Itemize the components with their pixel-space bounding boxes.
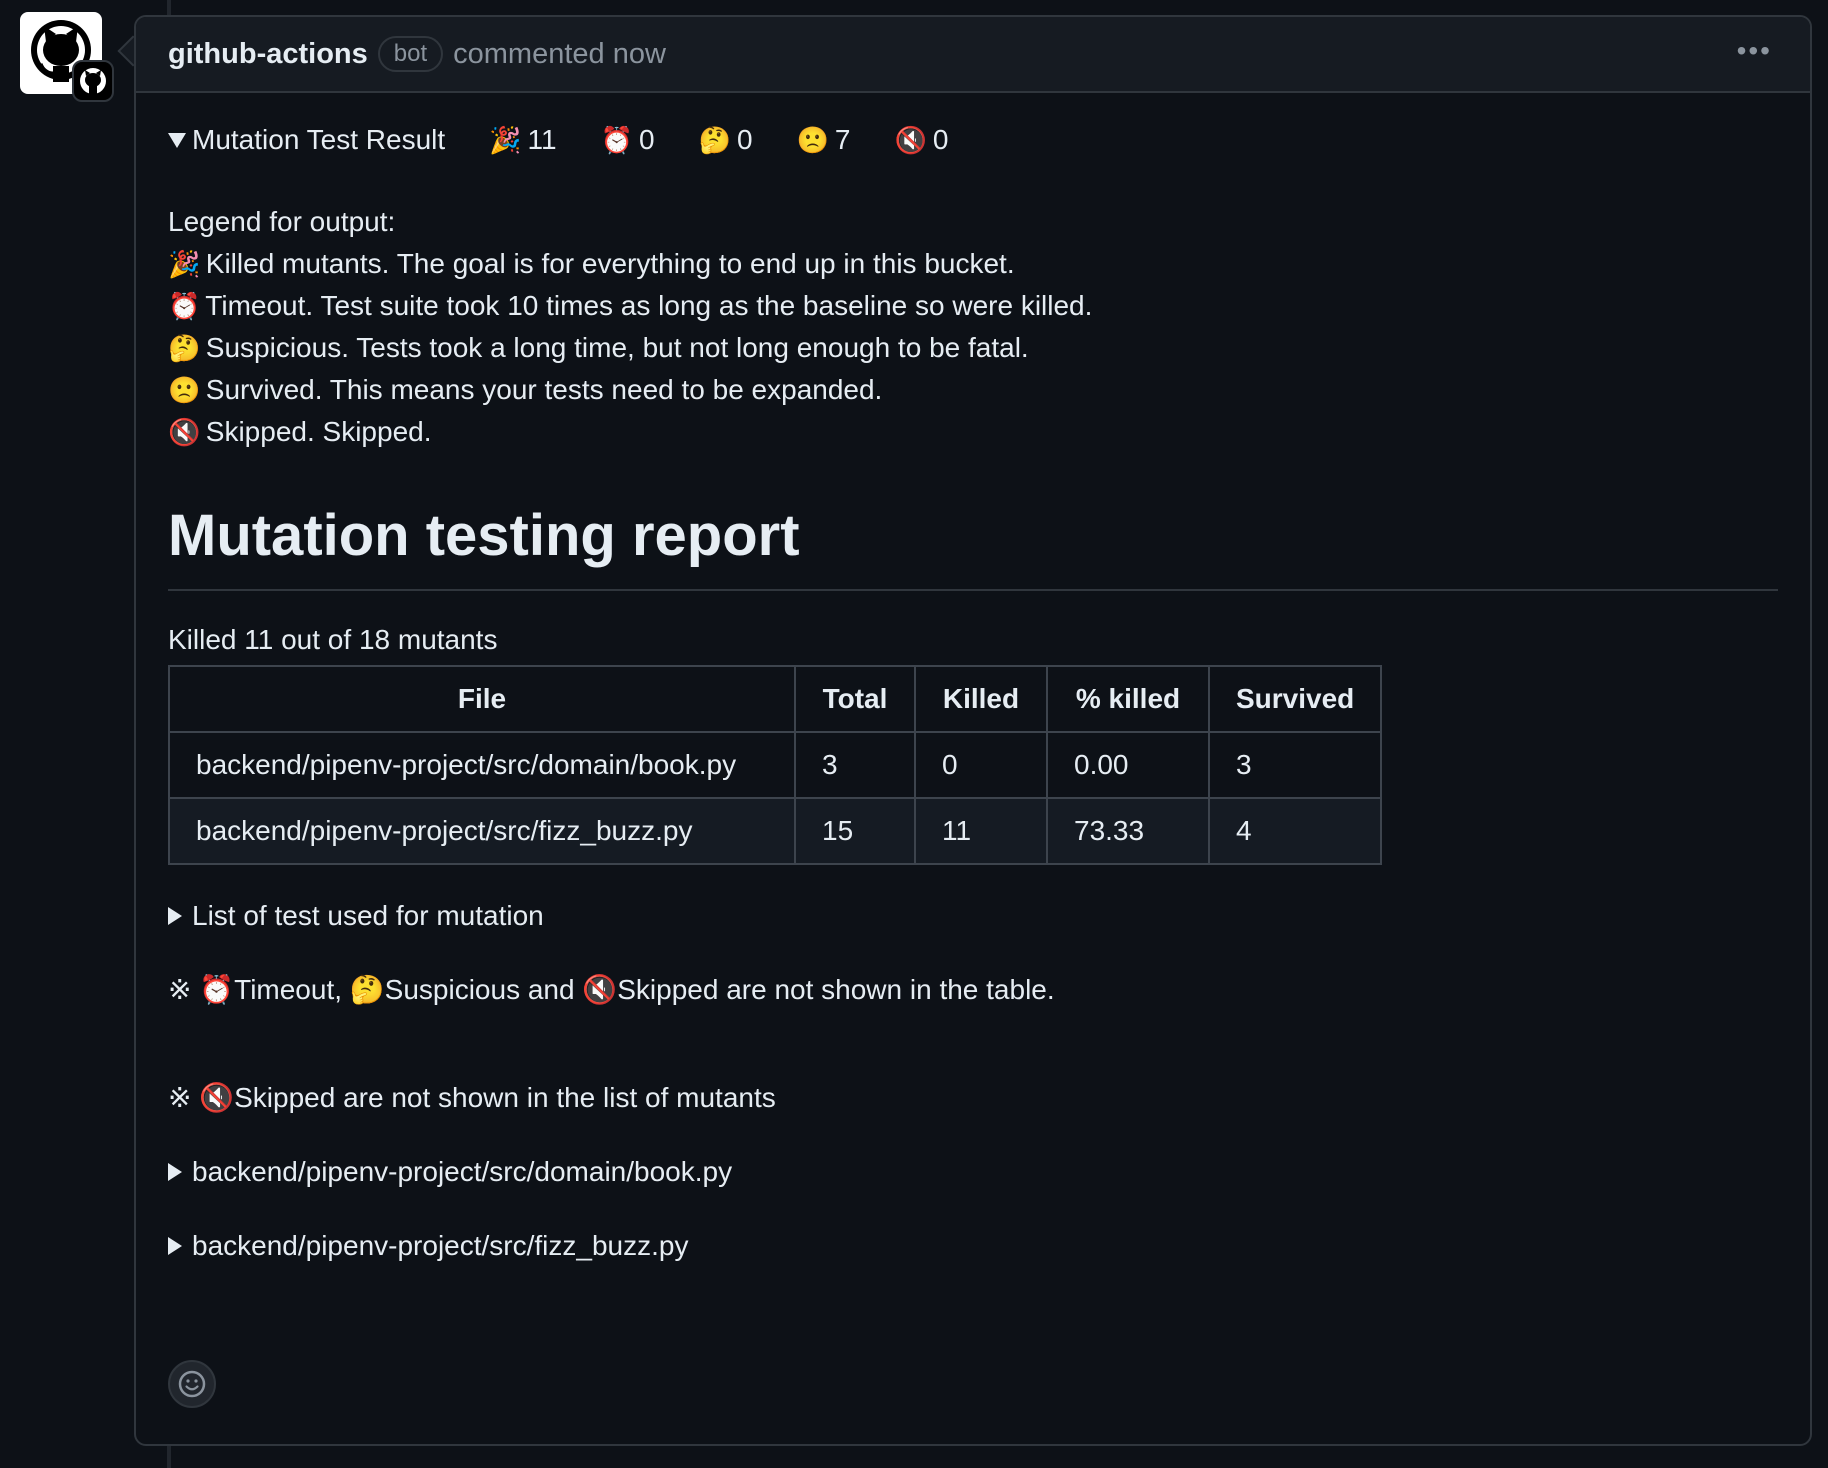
- party-popper-icon: 🎉: [168, 249, 201, 279]
- stat-skipped: 🔇 0: [894, 119, 948, 161]
- details-label: List of test used for mutation: [192, 900, 544, 931]
- reference-mark-icon: ※: [168, 1082, 192, 1113]
- muted-speaker-icon: 🔇: [582, 974, 618, 1005]
- app-badge: [72, 60, 114, 102]
- details-label: backend/pipenv-project/src/fizz_buzz.py: [192, 1230, 689, 1261]
- details-test-list[interactable]: List of test used for mutation: [168, 895, 1778, 937]
- cell-survived: 3: [1207, 731, 1383, 799]
- confused-face-icon: 🙁: [168, 375, 201, 405]
- column-header-survived: Survived: [1207, 665, 1383, 733]
- comment-timestamp[interactable]: commented now: [453, 38, 666, 71]
- legend-item: 🤔 Suspicious. Tests took a long time, bu…: [168, 327, 1778, 369]
- thinking-face-icon: 🤔: [168, 333, 201, 363]
- muted-speaker-icon: 🔇: [894, 125, 927, 155]
- report-table: File Total Killed % killed Survived back…: [168, 665, 1383, 865]
- legend-item: 🔇 Skipped. Skipped.: [168, 411, 1778, 453]
- cell-killed: 11: [914, 797, 1048, 865]
- legend-text: Killed mutants. The goal is for everythi…: [205, 248, 1015, 279]
- cell-total: 3: [794, 731, 916, 799]
- thinking-face-icon: 🤔: [698, 125, 731, 155]
- note-table: ※ ⏰Timeout, 🤔Suspicious and 🔇Skipped are…: [168, 969, 1778, 1011]
- details-mutant-file[interactable]: backend/pipenv-project/src/fizz_buzz.py: [168, 1225, 1778, 1267]
- muted-speaker-icon: 🔇: [168, 417, 201, 447]
- details-label: backend/pipenv-project/src/domain/book.p…: [192, 1156, 733, 1187]
- triangle-down-icon: [168, 132, 186, 148]
- reference-mark-icon: ※: [168, 974, 192, 1005]
- report-title: Mutation testing report: [168, 497, 1778, 591]
- cell-file: backend/pipenv-project/src/domain/book.p…: [168, 731, 796, 799]
- stat-value: 11: [527, 124, 557, 155]
- alarm-clock-icon: ⏰: [168, 291, 201, 321]
- note-text: Timeout,: [234, 974, 350, 1005]
- party-popper-icon: 🎉: [489, 125, 522, 155]
- mutation-result-summary[interactable]: Mutation Test Result 🎉 11 ⏰ 0 🤔 0 🙁 7 🔇 …: [168, 119, 1778, 161]
- note-text: Skipped are not shown in the table.: [617, 974, 1055, 1005]
- note-mutant-list: ※ 🔇Skipped are not shown in the list of …: [168, 1077, 1778, 1119]
- note-text: Suspicious and: [384, 974, 583, 1005]
- legend-heading: Legend for output:: [168, 206, 396, 237]
- killed-summary: Killed 11 out of 18 mutants: [168, 624, 498, 655]
- stat-survived: 🙁 7: [797, 119, 851, 161]
- cell-killed: 0: [914, 731, 1048, 799]
- triangle-right-icon: [168, 907, 182, 925]
- column-header-file: File: [168, 665, 796, 733]
- stat-value: 0: [932, 124, 949, 155]
- bot-badge: bot: [377, 36, 444, 72]
- legend-text: Timeout. Test suite took 10 times as lon…: [205, 290, 1093, 321]
- alarm-clock-icon: ⏰: [600, 125, 633, 155]
- legend: Legend for output: 🎉 Killed mutants. The…: [168, 201, 1778, 453]
- confused-face-icon: 🙁: [796, 125, 829, 155]
- triangle-right-icon: [168, 1163, 182, 1181]
- column-header-percent-killed: % killed: [1046, 665, 1210, 733]
- column-header-killed: Killed: [914, 665, 1048, 733]
- author-link[interactable]: github-actions: [168, 38, 368, 71]
- cell-survived: 4: [1207, 797, 1383, 865]
- muted-speaker-icon: 🔇: [199, 1082, 235, 1113]
- comment-box: github-actions bot commented now ••• Mut…: [134, 15, 1812, 1446]
- github-mark-icon: [80, 68, 106, 94]
- thinking-face-icon: 🤔: [349, 974, 385, 1005]
- note-text: Skipped are not shown in the list of mut…: [234, 1082, 776, 1113]
- add-reaction-button[interactable]: [168, 1360, 216, 1408]
- legend-item: 🎉 Killed mutants. The goal is for everyt…: [168, 243, 1778, 285]
- stat-value: 7: [834, 124, 851, 155]
- legend-text: Skipped. Skipped.: [205, 416, 432, 447]
- stat-killed: 🎉 11: [489, 119, 556, 161]
- comment-header: github-actions bot commented now •••: [136, 17, 1810, 93]
- kebab-horizontal-icon[interactable]: •••: [1737, 37, 1772, 65]
- cell-total: 15: [794, 797, 916, 865]
- stat-value: 0: [736, 124, 753, 155]
- legend-text: Survived. This means your tests need to …: [205, 374, 883, 405]
- table-header-row: File Total Killed % killed Survived: [168, 665, 1383, 733]
- legend-item: ⏰ Timeout. Test suite took 10 times as l…: [168, 285, 1778, 327]
- column-header-total: Total: [794, 665, 916, 733]
- summary-title: Mutation Test Result: [192, 124, 446, 155]
- stat-suspicious: 🤔 0: [699, 119, 753, 161]
- stat-value: 0: [639, 124, 655, 155]
- smiley-icon: [178, 1370, 206, 1398]
- table-row: backend/pipenv-project/src/fizz_buzz.py …: [168, 797, 1383, 865]
- cell-file: backend/pipenv-project/src/fizz_buzz.py: [168, 797, 796, 865]
- table-row: backend/pipenv-project/src/domain/book.p…: [168, 731, 1383, 799]
- legend-text: Suspicious. Tests took a long time, but …: [205, 332, 1029, 363]
- alarm-clock-icon: ⏰: [199, 974, 235, 1005]
- cell-percent-killed: 73.33: [1046, 797, 1210, 865]
- legend-item: 🙁 Survived. This means your tests need t…: [168, 369, 1778, 411]
- stat-timeout: ⏰ 0: [601, 119, 655, 161]
- cell-percent-killed: 0.00: [1046, 731, 1210, 799]
- triangle-right-icon: [168, 1237, 182, 1255]
- comment-body: Mutation Test Result 🎉 11 ⏰ 0 🤔 0 🙁 7 🔇 …: [136, 119, 1810, 1267]
- details-mutant-file[interactable]: backend/pipenv-project/src/domain/book.p…: [168, 1151, 1778, 1193]
